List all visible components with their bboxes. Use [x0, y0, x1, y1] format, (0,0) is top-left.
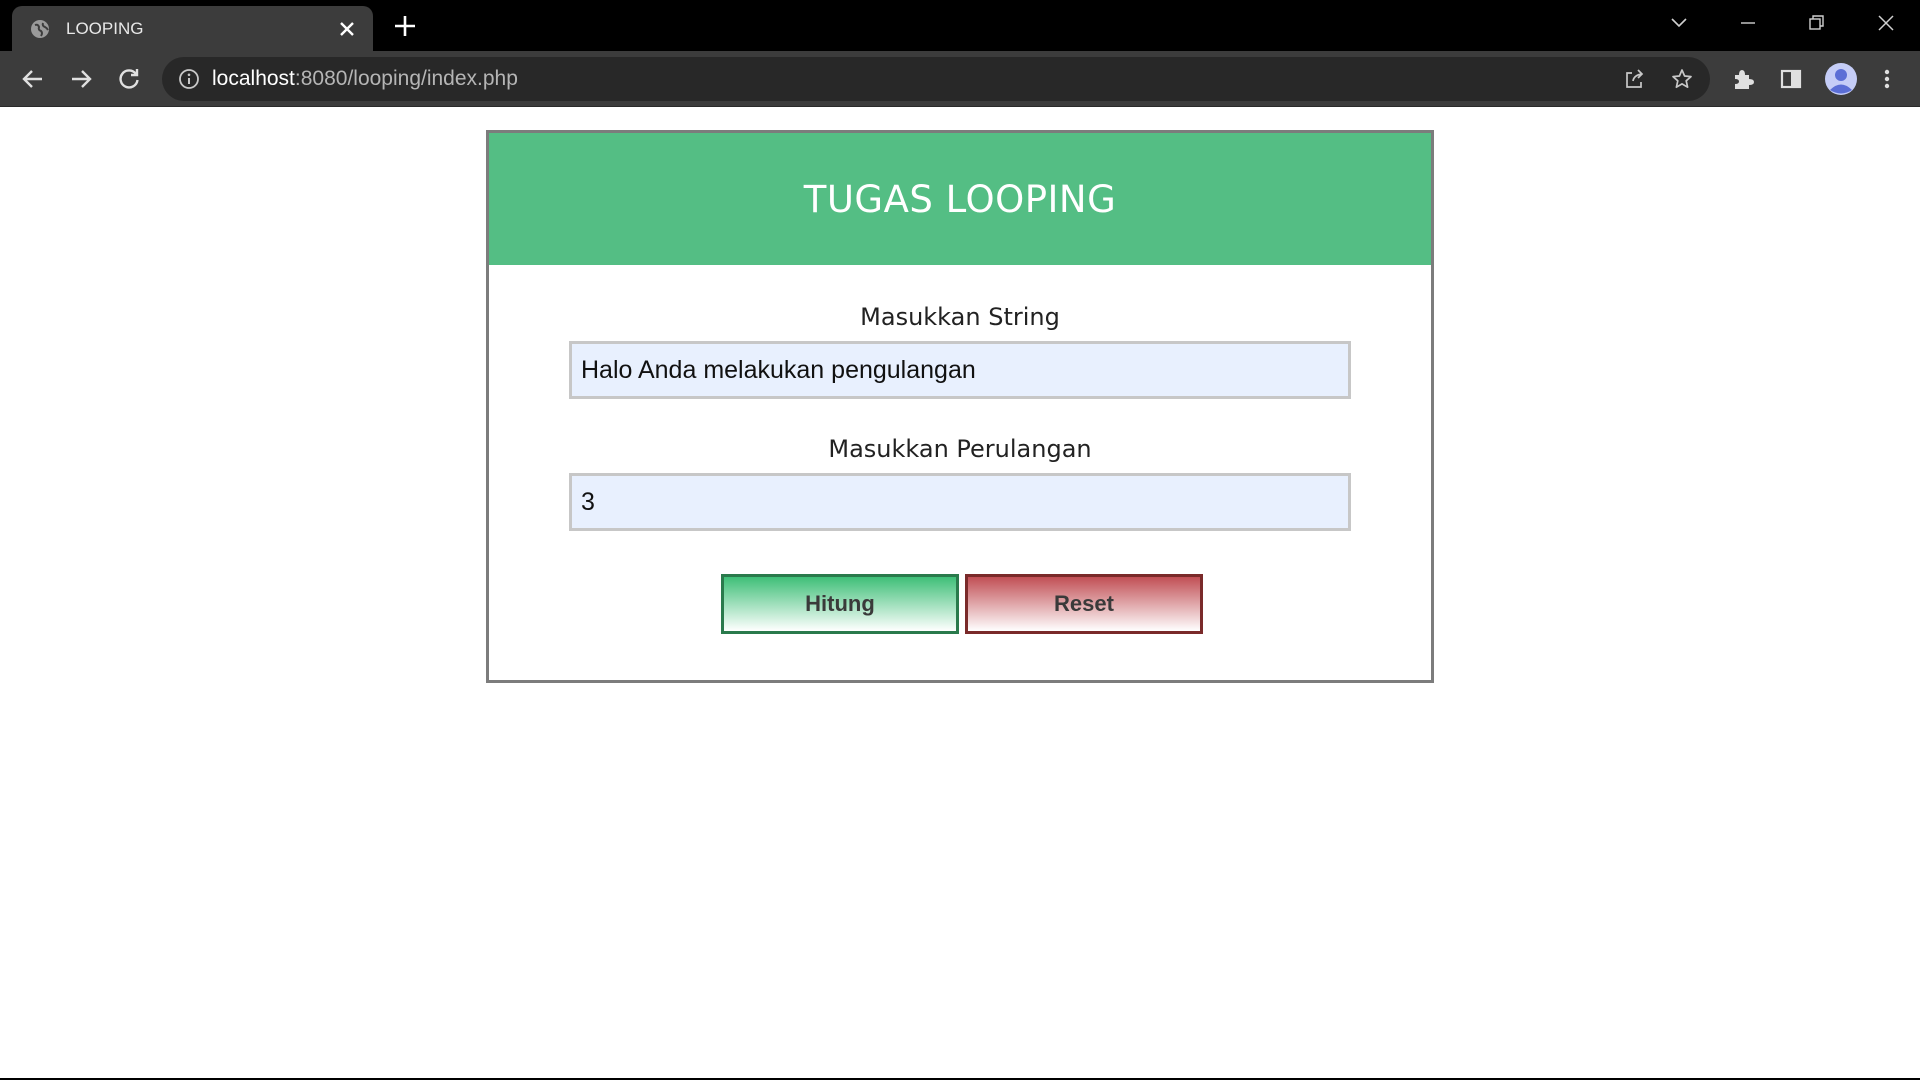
star-icon[interactable] — [1670, 67, 1694, 91]
reset-button[interactable]: Reset — [965, 574, 1203, 634]
back-arrow-icon[interactable] — [19, 65, 47, 93]
string-input[interactable] — [569, 341, 1351, 399]
browser-tab[interactable]: LOOPING — [12, 6, 373, 51]
globe-icon — [31, 20, 49, 38]
browser-toolbar: localhost:8080/looping/index.php — [0, 51, 1920, 107]
profile-avatar-icon[interactable] — [1824, 62, 1858, 96]
page-content: TUGAS LOOPING Masukkan String Masukkan P… — [0, 107, 1920, 1080]
restore-icon[interactable] — [1803, 10, 1829, 36]
url-text: localhost:8080/looping/index.php — [212, 68, 518, 90]
address-bar[interactable]: localhost:8080/looping/index.php — [162, 57, 1710, 101]
url-host: localhost — [212, 67, 295, 90]
browser-tab-bar: LOOPING — [0, 0, 1920, 51]
tab-title: LOOPING — [66, 19, 144, 38]
chevron-down-icon[interactable] — [1666, 10, 1692, 36]
form-header: TUGAS LOOPING — [489, 133, 1431, 265]
reload-icon[interactable] — [115, 65, 143, 93]
close-icon[interactable] — [336, 18, 358, 40]
looping-form: TUGAS LOOPING Masukkan String Masukkan P… — [486, 130, 1434, 683]
minimize-icon[interactable] — [1735, 10, 1761, 36]
plus-icon[interactable] — [392, 13, 418, 39]
side-panel-icon[interactable] — [1777, 65, 1805, 93]
puzzle-icon[interactable] — [1729, 65, 1757, 93]
hitung-button[interactable]: Hitung — [721, 574, 959, 634]
loop-count-label: Masukkan Perulangan — [828, 435, 1092, 463]
forward-arrow-icon[interactable] — [67, 65, 95, 93]
string-label: Masukkan String — [860, 303, 1060, 331]
form-title: TUGAS LOOPING — [803, 177, 1117, 221]
close-window-icon[interactable] — [1873, 10, 1899, 36]
info-icon[interactable] — [178, 68, 200, 90]
kebab-menu-icon[interactable] — [1873, 65, 1901, 93]
url-path: :8080/looping/index.php — [294, 67, 518, 90]
share-icon[interactable] — [1622, 67, 1646, 91]
loop-count-input[interactable] — [569, 473, 1351, 531]
